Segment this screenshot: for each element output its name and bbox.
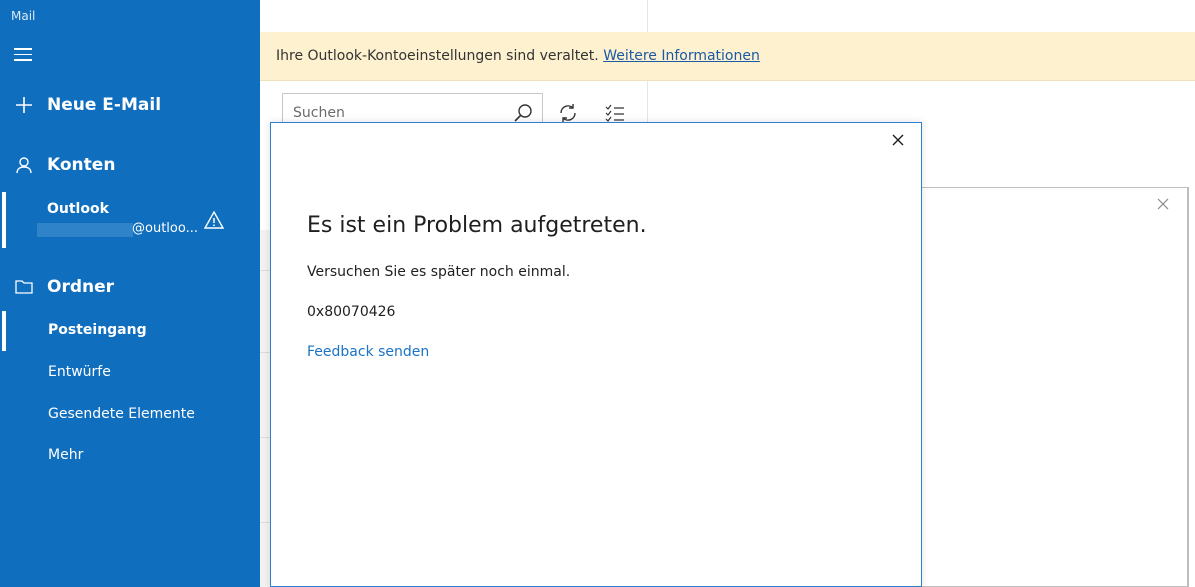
new-mail-button[interactable]: Neue E-Mail	[0, 92, 260, 118]
sidebar: Mail Neue E-Mail Konten Outlook @outloo.…	[0, 0, 260, 587]
folder-label: Gesendete Elemente	[48, 406, 195, 422]
folder-label: Entwürfe	[48, 364, 111, 380]
account-name: Outlook	[47, 201, 109, 217]
folder-icon	[14, 277, 34, 297]
feedback-link[interactable]: Feedback senden	[307, 344, 429, 360]
select-mode-icon[interactable]	[604, 102, 626, 124]
dialog-title: Es ist ein Problem aufgetreten.	[307, 213, 647, 238]
redacted-email	[37, 223, 133, 237]
new-mail-label: Neue E-Mail	[47, 95, 162, 115]
folder-label: Mehr	[48, 447, 84, 463]
warning-icon[interactable]	[203, 210, 225, 230]
close-icon[interactable]	[890, 132, 906, 148]
banner-message: Ihre Outlook-Kontoeinstellungen sind ver…	[276, 48, 599, 64]
folders-label: Ordner	[47, 277, 115, 297]
folder-selection-indicator	[2, 311, 6, 351]
background-dialog	[900, 187, 1189, 587]
account-settings-banner: Ihre Outlook-Kontoeinstellungen sind ver…	[260, 32, 1195, 81]
message-list	[260, 230, 270, 587]
folder-more[interactable]: Mehr	[0, 436, 260, 476]
account-selection-indicator	[2, 192, 6, 248]
search-input[interactable]	[293, 105, 503, 121]
folder-label: Posteingang	[48, 322, 147, 338]
plus-icon	[14, 95, 34, 115]
folder-inbox[interactable]: Posteingang	[0, 311, 260, 351]
app-title: Mail	[11, 9, 36, 23]
more-info-link[interactable]: Weitere Informationen	[603, 48, 760, 64]
accounts-button[interactable]: Konten	[0, 152, 260, 178]
folders-button[interactable]: Ordner	[0, 274, 260, 300]
folder-sent[interactable]: Gesendete Elemente	[0, 395, 260, 435]
account-email: @outloo...	[132, 221, 198, 236]
person-icon	[14, 155, 34, 175]
folder-drafts[interactable]: Entwürfe	[0, 353, 260, 393]
error-dialog: Es ist ein Problem aufgetreten. Versuche…	[270, 122, 922, 587]
hamburger-menu-icon[interactable]	[14, 48, 34, 62]
dialog-message: Versuchen Sie es später noch einmal.	[307, 264, 571, 280]
background-dialog-close-icon[interactable]	[1155, 196, 1171, 212]
banner-text: Ihre Outlook-Kontoeinstellungen sind ver…	[276, 48, 760, 64]
sync-icon[interactable]	[557, 102, 579, 124]
search-icon[interactable]	[513, 103, 533, 123]
accounts-label: Konten	[47, 155, 116, 175]
error-code: 0x80070426	[307, 304, 396, 320]
